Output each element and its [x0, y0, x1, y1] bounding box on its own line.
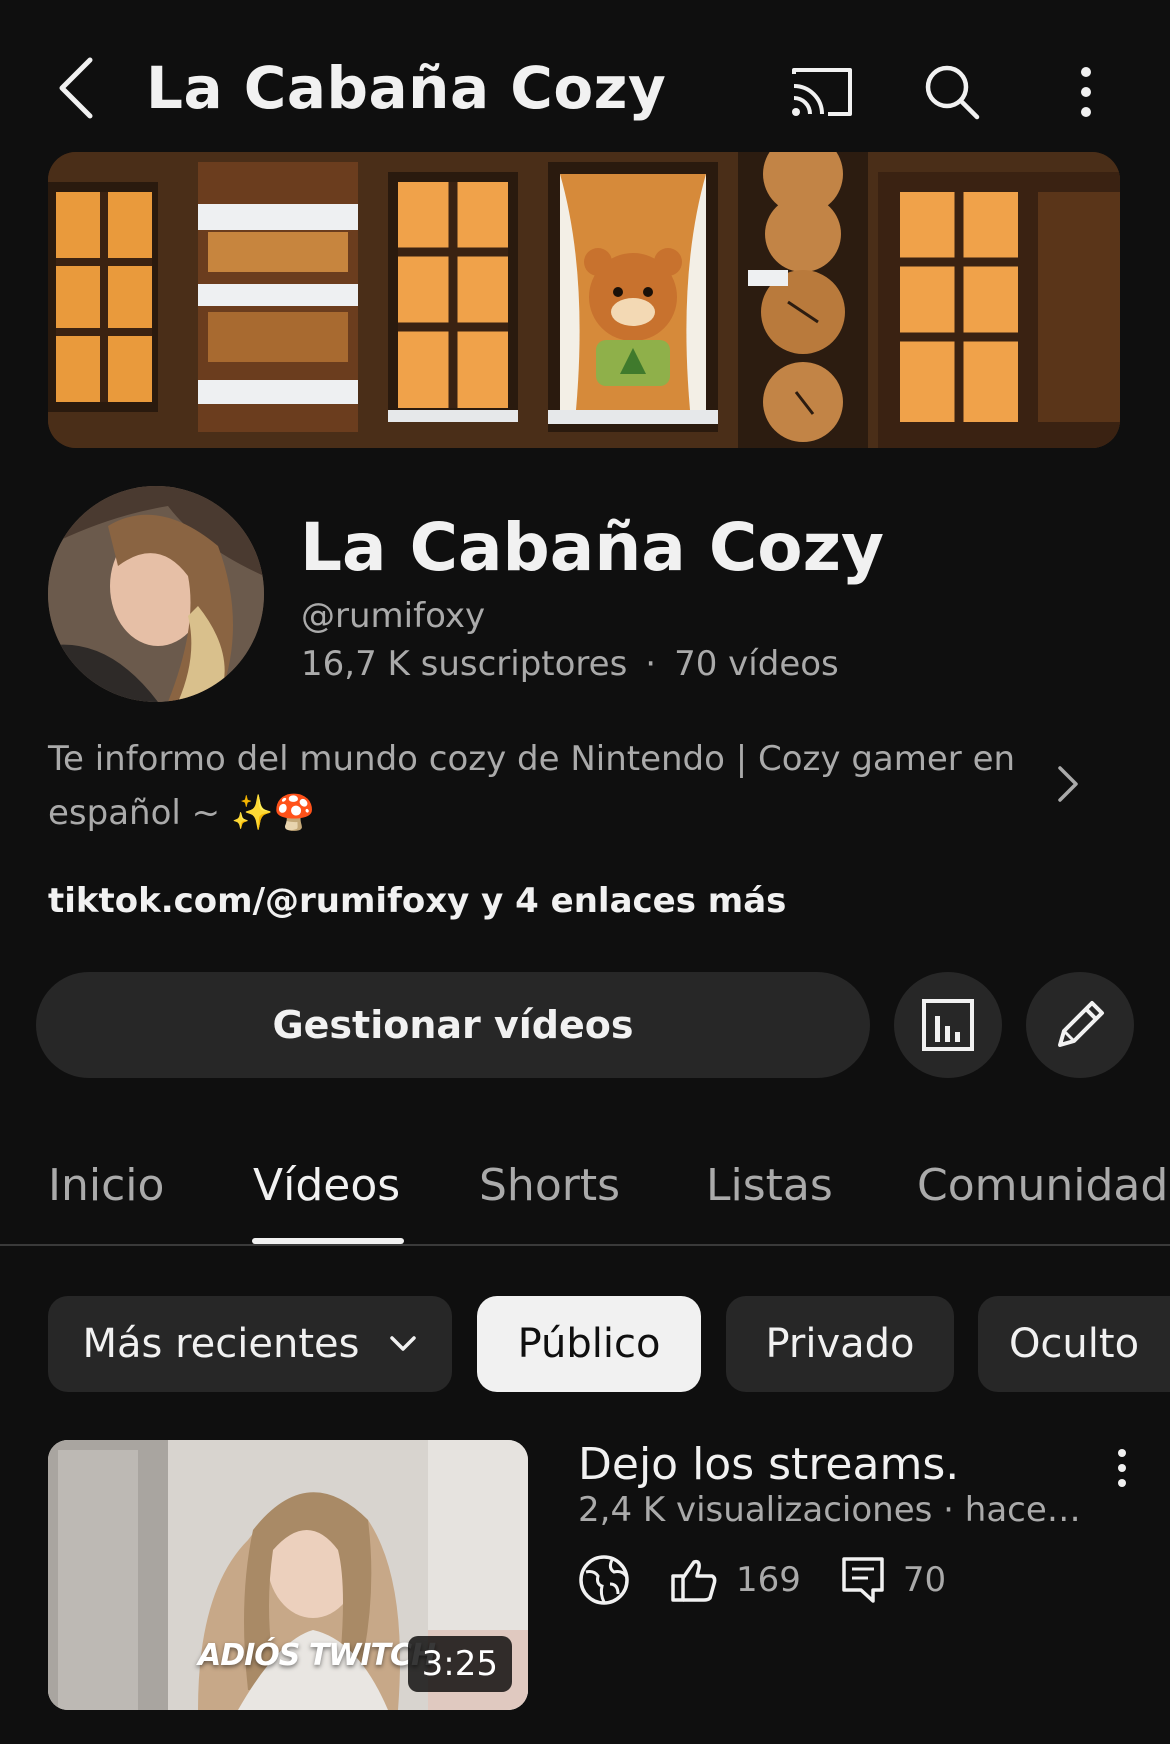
video-more-button[interactable] [1100, 1446, 1144, 1490]
video-thumbnail[interactable]: ADIÓS TWITCH 3:25 [48, 1440, 528, 1710]
chip-oculto[interactable]: Oculto [978, 1296, 1170, 1392]
chip-publico[interactable]: Público [477, 1296, 701, 1392]
back-arrow-icon [59, 57, 93, 119]
description-line-2: español ~ ✨🍄 [48, 793, 316, 833]
avatar-image [48, 486, 264, 702]
tab-comunidad[interactable]: Comunidad [917, 1150, 1168, 1222]
top-app-bar: La Cabaña Cozy [0, 0, 1170, 176]
edit-channel-button[interactable] [1026, 972, 1134, 1078]
comment-icon [841, 1556, 885, 1604]
channel-description[interactable]: Te informo del mundo cozy de Nintendo | … [48, 732, 1028, 840]
channel-stats: 16,7 K suscriptores · 70 vídeos [301, 642, 839, 686]
globe-icon [578, 1554, 630, 1606]
banner-image [48, 152, 1120, 448]
comment-count: 70 [902, 1560, 947, 1600]
manage-videos-button[interactable]: Gestionar vídeos [36, 972, 870, 1078]
active-tab-indicator [252, 1238, 404, 1244]
back-button[interactable] [44, 52, 108, 124]
tab-listas[interactable]: Listas [706, 1150, 833, 1222]
tab-inicio[interactable]: Inicio [48, 1150, 164, 1222]
video-meta: 2,4 K visualizaciones · hace… [578, 1490, 1081, 1530]
cast-button[interactable] [782, 52, 862, 132]
sort-label: Más recientes [82, 1321, 360, 1367]
more-vertical-icon [1081, 67, 1091, 117]
video-stats-row: 169 70 [578, 1552, 946, 1608]
cast-icon [792, 68, 852, 116]
channel-avatar[interactable] [48, 486, 264, 702]
video-count: 70 vídeos [674, 644, 839, 684]
video-title[interactable]: Dejo los streams. [578, 1440, 959, 1490]
description-expand-button[interactable] [1044, 760, 1092, 808]
chevron-down-icon [389, 1335, 417, 1353]
channel-tabs: Inicio Vídeos Shorts Listas Comunidad [0, 1136, 1170, 1246]
search-button[interactable] [912, 52, 992, 132]
stats-separator: · [645, 644, 657, 684]
tab-shorts[interactable]: Shorts [479, 1150, 620, 1222]
video-duration-badge: 3:25 [407, 1636, 512, 1692]
like-count: 169 [736, 1560, 801, 1600]
description-line-1: Te informo del mundo cozy de Nintendo | … [48, 739, 1016, 779]
thumbnail-caption: ADIÓS TWITCH [198, 1638, 436, 1673]
more-vertical-icon [1118, 1449, 1126, 1487]
analytics-button[interactable] [894, 972, 1002, 1078]
pencil-icon [1058, 1001, 1104, 1047]
thumbs-up-icon [670, 1556, 718, 1604]
search-icon [925, 65, 980, 120]
analytics-icon [922, 999, 974, 1051]
more-options-button[interactable] [1046, 52, 1126, 132]
subscriber-count: 16,7 K suscriptores [301, 644, 628, 684]
sort-dropdown[interactable]: Más recientes [48, 1296, 452, 1392]
channel-name: La Cabaña Cozy [300, 509, 885, 586]
tab-videos[interactable]: Vídeos [253, 1150, 400, 1222]
channel-handle: @rumifoxy [301, 596, 486, 636]
chip-privado[interactable]: Privado [726, 1296, 954, 1392]
app-bar-title: La Cabaña Cozy [146, 54, 667, 122]
channel-banner [48, 152, 1120, 448]
chevron-right-icon [1058, 766, 1078, 802]
channel-links[interactable]: tiktok.com/@rumifoxy y 4 enlaces más [48, 876, 786, 926]
